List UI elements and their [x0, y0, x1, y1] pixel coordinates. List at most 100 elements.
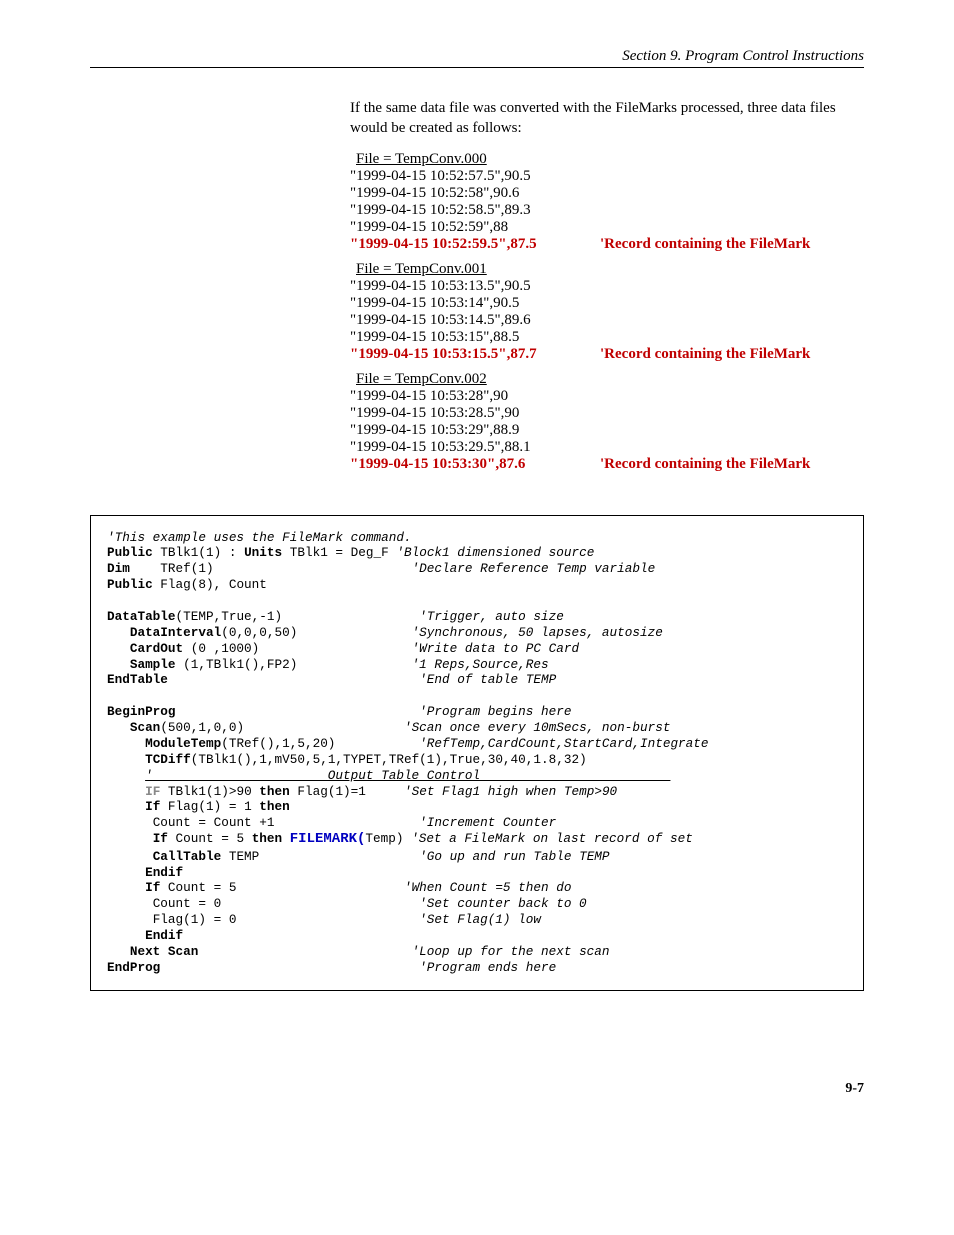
data-row: "1999-04-15 10:53:13.5",90.5	[350, 278, 864, 295]
data-row: "1999-04-15 10:53:29.5",88.1	[350, 439, 864, 456]
filemark-data: "1999-04-15 10:53:15.5",87.7	[350, 346, 600, 363]
keyword: If	[145, 880, 160, 895]
code-text: TBlk1(1) :	[153, 545, 244, 560]
keyword: If	[145, 799, 160, 814]
code-text: Count = 5	[168, 831, 252, 846]
code-text	[107, 849, 153, 864]
code-text: (1,TBlk1(),FP2)	[176, 657, 412, 672]
data-row: "1999-04-15 10:53:29",88.9	[350, 422, 864, 439]
code-text	[107, 896, 153, 911]
code-listing: 'This example uses the FileMark command.…	[90, 515, 864, 991]
keyword: Dim	[107, 561, 130, 576]
code-text	[107, 912, 153, 927]
code-text	[107, 768, 145, 783]
data-row: "1999-04-15 10:53:28",90	[350, 388, 864, 405]
code-text	[107, 944, 130, 959]
code-comment: 'Program ends here	[419, 960, 556, 975]
code-comment: 'Block1 dimensioned source	[396, 545, 594, 560]
code-text: Flag(1) = 1	[160, 799, 259, 814]
code-comment: 'Increment Counter	[419, 815, 556, 830]
code-comment: 'Program begins here	[419, 704, 571, 719]
code-text: (TBlk1(),1,mV50,5,1,TYPET,TRef(1),True,3…	[191, 752, 587, 767]
keyword: EndProg	[107, 960, 160, 975]
code-comment: 'Loop up for the next scan	[412, 944, 610, 959]
code-text: Flag(1) = 0	[153, 912, 419, 927]
code-comment: 'Set Flag(1) low	[419, 912, 541, 927]
data-row: "1999-04-15 10:53:15",88.5	[350, 329, 864, 346]
code-comment: 'Synchronous, 50 lapses, autosize	[412, 625, 663, 640]
keyword: CallTable	[153, 849, 222, 864]
data-row: "1999-04-15 10:52:58.5",89.3	[350, 202, 864, 219]
code-comment: 'Go up and run Table TEMP	[419, 849, 609, 864]
code-comment: 'RefTemp,CardCount,StartCard,Integrate	[419, 736, 708, 751]
data-row: "1999-04-15 10:53:14.5",89.6	[350, 312, 864, 329]
file-block-2: File = TempConv.002 "1999-04-15 10:53:28…	[350, 371, 864, 473]
code-text	[107, 928, 145, 943]
code-text: Count = 5	[160, 880, 404, 895]
code-text: TRef(1)	[130, 561, 412, 576]
highlight-filemark: FILEMARK(	[290, 831, 366, 847]
code-comment: 'Trigger, auto size	[419, 609, 564, 624]
page-number: 9-7	[90, 1081, 864, 1097]
code-text	[168, 672, 419, 687]
keyword: Sample	[130, 657, 176, 672]
keyword: then	[259, 784, 289, 799]
code-comment: 'This example uses the FileMark command.	[107, 530, 412, 545]
file-title: File = TempConv.001	[356, 261, 864, 278]
code-text: (0,0,0,50)	[221, 625, 411, 640]
code-text: TEMP	[221, 849, 419, 864]
filemark-data: "1999-04-15 10:53:30",87.6	[350, 456, 600, 473]
code-text: Flag(8), Count	[153, 577, 267, 592]
data-row: "1999-04-15 10:52:57.5",90.5	[350, 168, 864, 185]
code-text: TBlk1 = Deg_F	[282, 545, 396, 560]
code-comment: 'Set counter back to 0	[419, 896, 587, 911]
keyword: Scan	[130, 720, 160, 735]
file-title: File = TempConv.000	[356, 151, 864, 168]
keyword: Public	[107, 545, 153, 560]
code-text	[107, 736, 145, 751]
keyword: Endif	[145, 865, 183, 880]
code-text: Temp)	[365, 831, 411, 846]
code-text: (500,1,0,0)	[160, 720, 404, 735]
code-text: Count = 0	[153, 896, 419, 911]
keyword: ModuleTemp	[145, 736, 221, 751]
code-text: (TEMP,True,-1)	[176, 609, 420, 624]
filemark-row: "1999-04-15 10:53:30",87.6 'Record conta…	[350, 456, 864, 473]
keyword: Public	[107, 577, 153, 592]
code-text: (0 ,1000)	[183, 641, 411, 656]
keyword: Endif	[145, 928, 183, 943]
file-block-0: File = TempConv.000 "1999-04-15 10:52:57…	[350, 151, 864, 253]
code-text	[107, 752, 145, 767]
code-text: Flag(1)=1	[290, 784, 404, 799]
filemark-label: 'Record containing the FileMark	[600, 236, 864, 253]
code-text	[160, 960, 419, 975]
keyword: DataTable	[107, 609, 176, 624]
file-block-1: File = TempConv.001 "1999-04-15 10:53:13…	[350, 261, 864, 363]
keyword: then	[252, 831, 282, 846]
keyword: BeginProg	[107, 704, 176, 719]
data-row: "1999-04-15 10:53:14",90.5	[350, 295, 864, 312]
body-column: If the same data file was converted with…	[350, 98, 864, 473]
code-comment: 'Scan once every 10mSecs, non-burst	[404, 720, 670, 735]
keyword: then	[259, 799, 289, 814]
data-row: "1999-04-15 10:52:59",88	[350, 219, 864, 236]
data-row: "1999-04-15 10:52:58",90.6	[350, 185, 864, 202]
intro-paragraph: If the same data file was converted with…	[350, 98, 864, 139]
code-comment: '1 Reps,Source,Res	[412, 657, 549, 672]
keyword: CardOut	[130, 641, 183, 656]
section-header: Section 9. Program Control Instructions	[90, 48, 864, 68]
code-comment: 'Set a FileMark on last record of set	[411, 831, 693, 846]
filemark-label: 'Record containing the FileMark	[600, 346, 864, 363]
code-text	[107, 625, 130, 640]
code-text	[107, 784, 145, 799]
keyword: DataInterval	[130, 625, 221, 640]
keyword: IF	[145, 784, 160, 799]
file-title: File = TempConv.002	[356, 371, 864, 388]
code-text	[198, 944, 411, 959]
code-comment: '______________________ Output Table Con…	[145, 768, 670, 783]
filemark-data: "1999-04-15 10:52:59.5",87.5	[350, 236, 600, 253]
code-text: (TRef(),1,5,20)	[221, 736, 419, 751]
code-comment: 'Declare Reference Temp variable	[412, 561, 656, 576]
code-comment: 'When Count =5 then do	[404, 880, 572, 895]
code-text: Count = Count +1	[153, 815, 419, 830]
